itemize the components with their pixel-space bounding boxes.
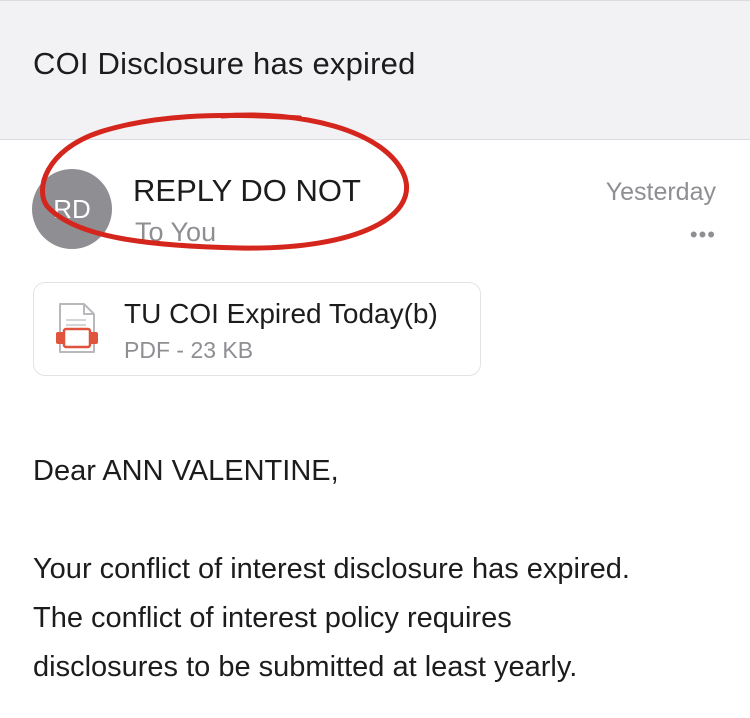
body-greeting: Dear ANN VALENTINE, bbox=[33, 455, 339, 487]
sender-avatar[interactable]: RD bbox=[32, 169, 112, 249]
pdf-file-icon bbox=[56, 303, 98, 353]
body-line: disclosures to be submitted at least yea… bbox=[33, 651, 578, 683]
attachment-name: TU COI Expired Today(b) bbox=[124, 298, 438, 329]
attachment-meta: PDF - 23 KB bbox=[124, 337, 254, 363]
attachment-card[interactable]: TU COI Expired Today(b) PDF - 23 KB bbox=[33, 282, 481, 376]
more-options-button[interactable]: ••• bbox=[690, 222, 716, 248]
sender-name[interactable]: REPLY DO NOT bbox=[133, 173, 361, 209]
subject-header: COI Disclosure has expired bbox=[0, 0, 750, 140]
more-ellipsis-icon: ••• bbox=[689, 222, 716, 247]
recipient-line[interactable]: To You bbox=[135, 217, 216, 248]
message-date: Yesterday bbox=[605, 178, 716, 206]
body-line: The conflict of interest policy requires bbox=[33, 602, 512, 634]
email-subject: COI Disclosure has expired bbox=[33, 46, 416, 81]
email-screen: COI Disclosure has expired RD REPLY DO N… bbox=[0, 0, 750, 718]
email-body: Dear ANN VALENTINE, Your conflict of int… bbox=[33, 447, 723, 692]
body-line: Your conflict of interest disclosure has… bbox=[33, 553, 630, 585]
